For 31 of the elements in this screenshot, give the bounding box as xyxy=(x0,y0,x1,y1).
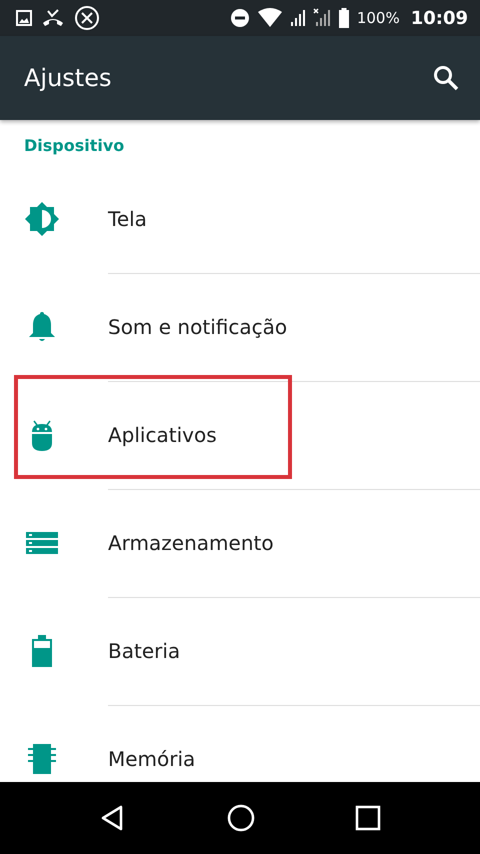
item-label: Som e notificação xyxy=(108,315,288,339)
settings-item[interactable]: Som e notificação xyxy=(0,273,480,381)
item-label: Tela xyxy=(108,207,147,231)
no-signal-icon xyxy=(312,8,331,28)
settings-item[interactable]: Bateria xyxy=(0,597,480,705)
battery-icon xyxy=(32,635,52,667)
memory-chip-icon xyxy=(28,744,56,774)
do-not-disturb-icon xyxy=(230,8,250,28)
settings-item[interactable]: Tela xyxy=(0,165,480,273)
brightness-icon xyxy=(24,201,60,237)
item-label: Bateria xyxy=(108,639,180,663)
signal-icon xyxy=(290,8,306,28)
image-icon xyxy=(16,10,32,26)
screen-title: Ajustes xyxy=(24,64,112,92)
bell-icon xyxy=(28,311,56,343)
settings-item[interactable]: Memória xyxy=(0,705,480,782)
section-header: Dispositivo xyxy=(23,135,126,157)
close-circle-icon xyxy=(74,5,100,31)
storage-icon xyxy=(26,532,58,554)
settings-item[interactable]: Aplicativos xyxy=(0,381,480,489)
clock-time: 10:09 xyxy=(410,8,468,28)
battery-status-icon xyxy=(338,8,350,28)
missed-call-icon xyxy=(42,9,64,27)
settings-item[interactable]: Armazenamento xyxy=(0,489,480,597)
item-label: Aplicativos xyxy=(108,423,217,447)
search-button[interactable] xyxy=(432,64,460,92)
battery-percentage: 100% xyxy=(356,9,400,27)
wifi-icon xyxy=(256,8,283,28)
android-icon xyxy=(30,419,54,451)
item-label: Armazenamento xyxy=(108,531,274,555)
item-label: Memória xyxy=(108,747,196,771)
